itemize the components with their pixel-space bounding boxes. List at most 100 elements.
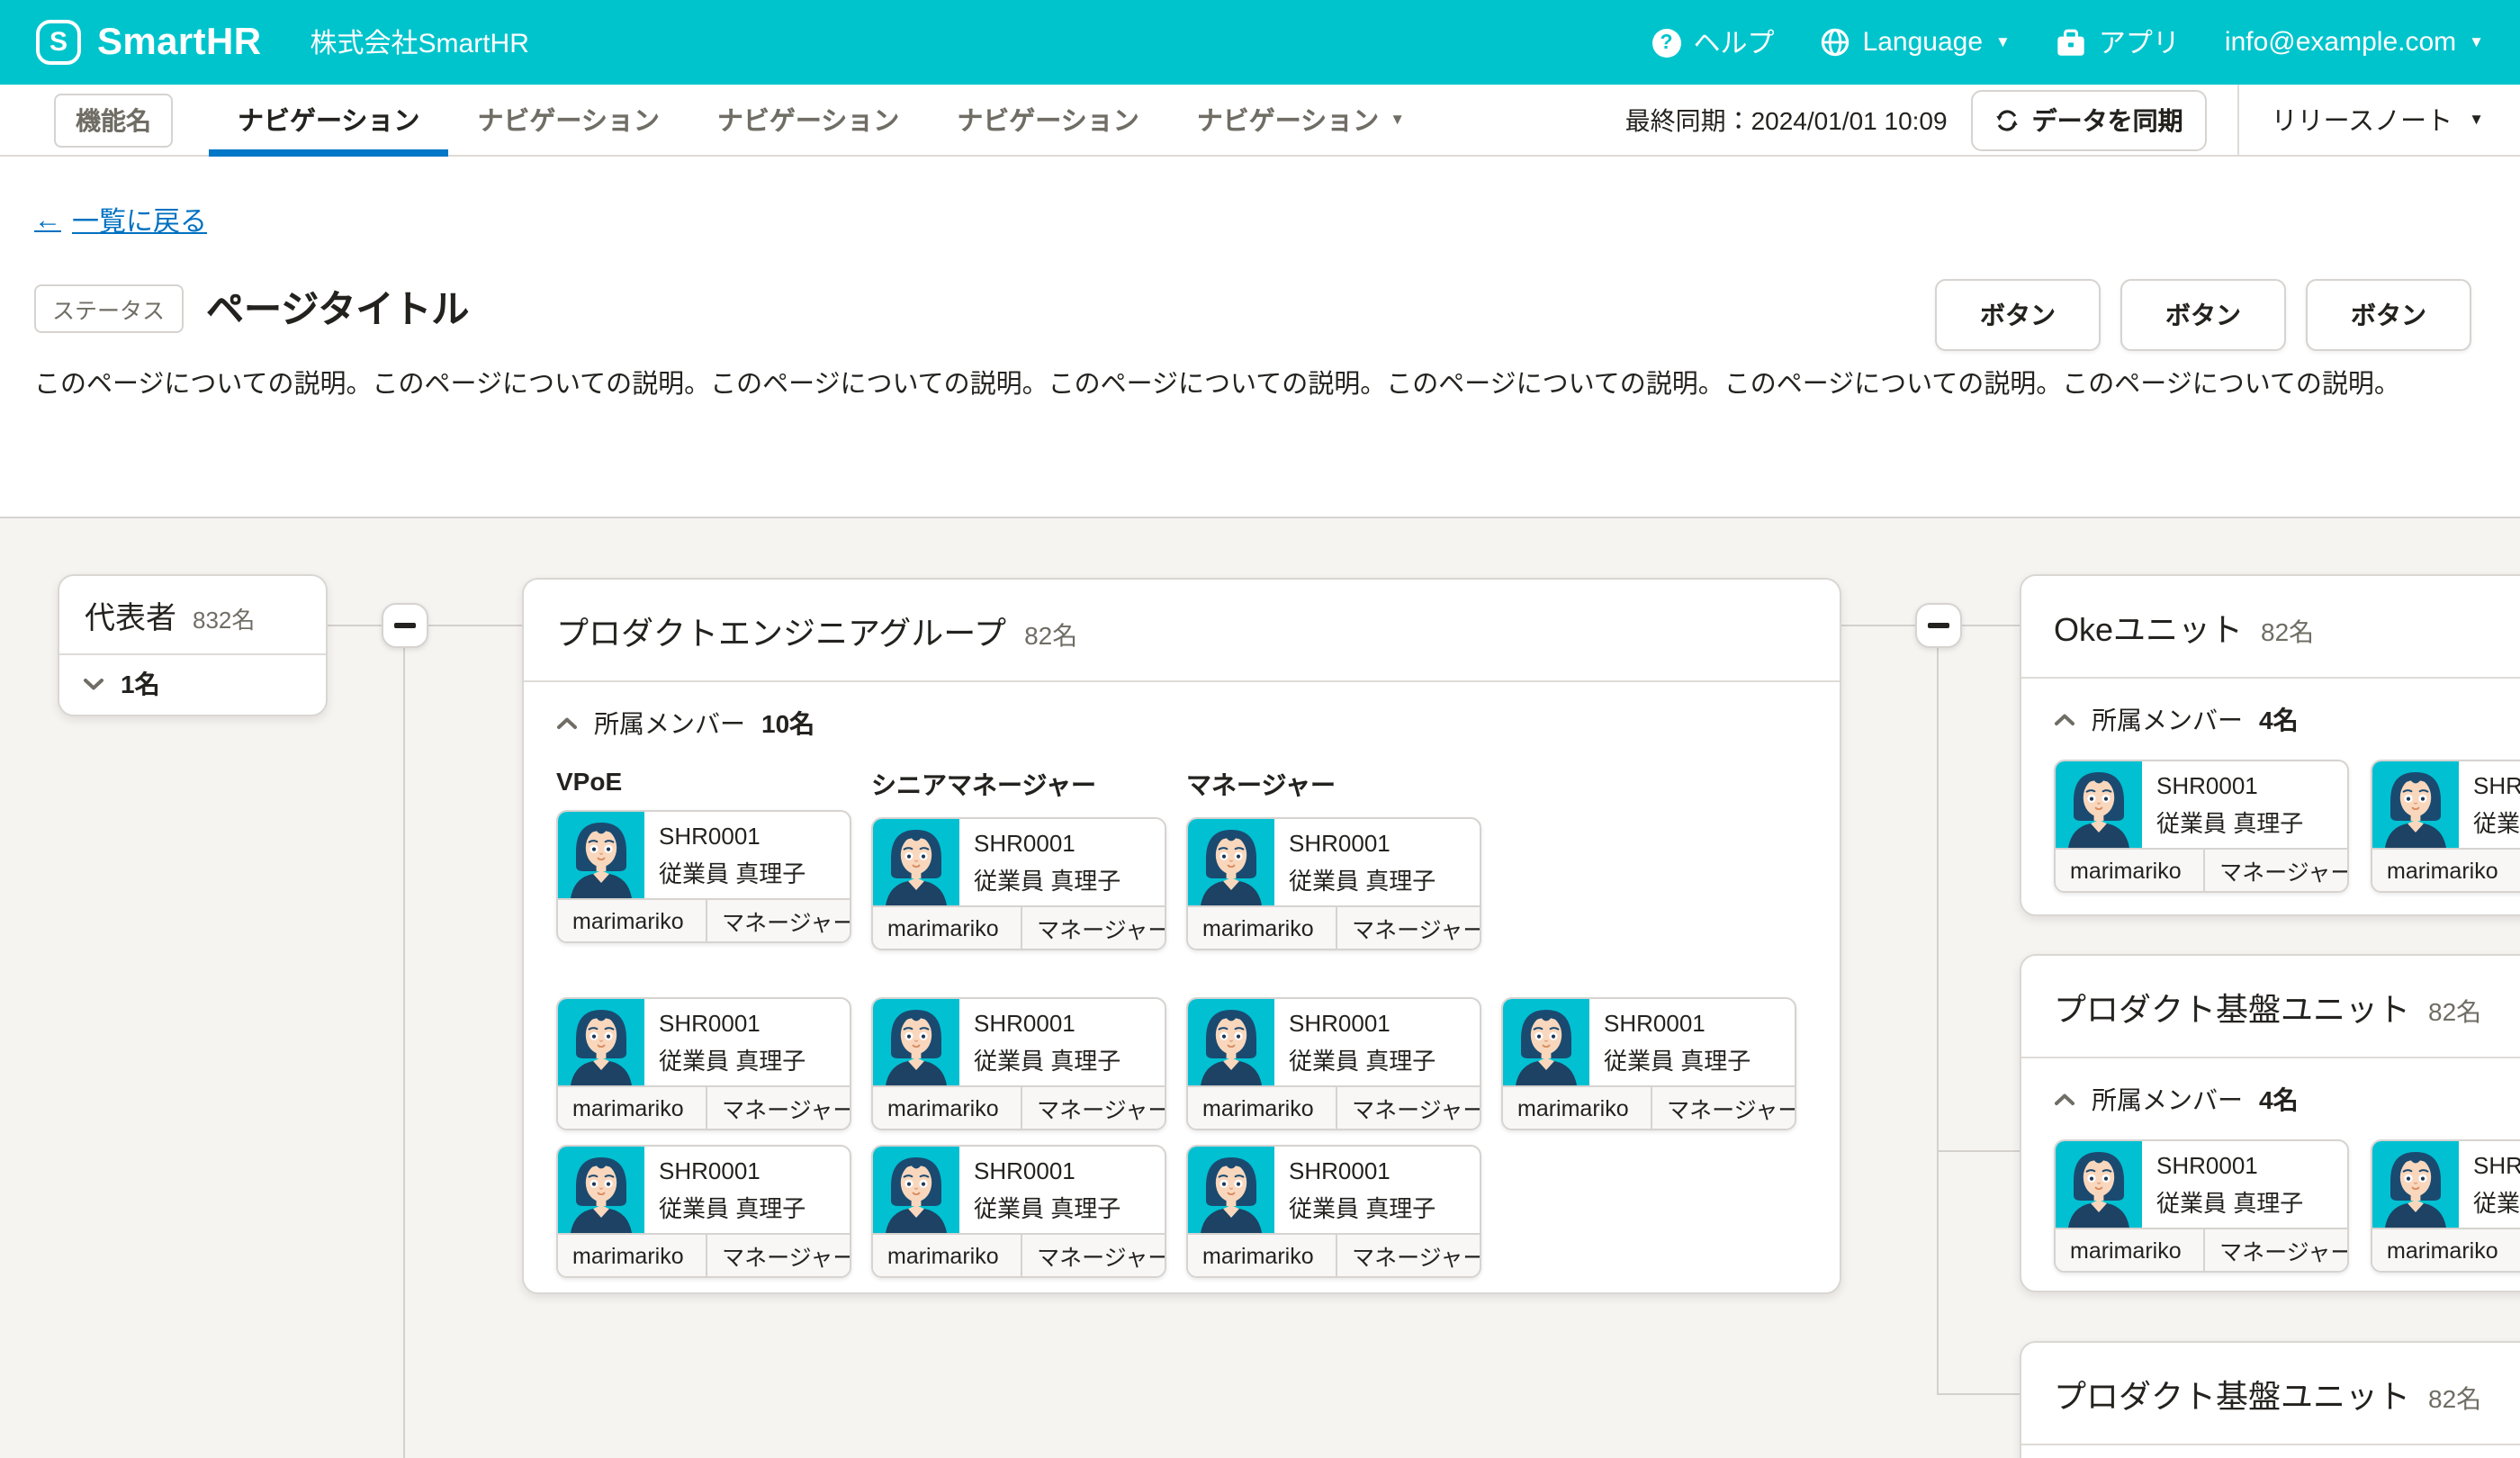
release-notes-label: リリースノート — [2272, 101, 2453, 139]
employee-avatar — [558, 999, 644, 1085]
employee-card-top: SHR0001 従業員 真理子 — [873, 819, 1165, 905]
employee-card-footer: marimariko マネージャー — [2056, 1228, 2347, 1271]
back-link-label: 一覧に戻る — [72, 202, 207, 239]
employee-name: 従業員 真理子 — [659, 854, 806, 888]
employee-meta: SHR0001 従業員 真理子 — [2459, 1141, 2520, 1228]
nav-tab-5[interactable]: ナビゲーション ▼ — [1168, 84, 1434, 156]
nav-tab-4[interactable]: ナビゲーション — [928, 84, 1167, 156]
apps-label: アプリ — [2099, 23, 2180, 61]
employee-code: SHR0001 — [974, 1156, 1120, 1184]
employee-username: marimariko — [2056, 1229, 2205, 1271]
org-node-title: 代表者 — [85, 592, 176, 637]
nav-right-area: 最終同期：2024/01/01 10:09 データを同期 リリースノート ▼ — [1625, 84, 2520, 156]
employee-role: マネージャー — [1337, 1087, 1480, 1129]
members-toggle[interactable]: 所属メンバー 10名 — [556, 706, 1807, 742]
last-sync-timestamp: 最終同期：2024/01/01 10:09 — [1625, 102, 1948, 138]
collapse-node-button[interactable] — [1915, 603, 1962, 648]
connector-line — [403, 648, 405, 1458]
role-section: マネージャー SHR0001 従業員 真理子 — [1186, 767, 1481, 950]
org-node-title-row: プロダクトエンジニアグループ 82名 — [524, 580, 1840, 682]
smarthr-logo-text: SmartHR — [97, 21, 262, 64]
employee-code: SHR0001 — [974, 1009, 1120, 1036]
employee-meta: SHR0001 従業員 真理子 — [1274, 999, 1450, 1085]
employee-card[interactable]: SHR0001 従業員 真理子 marimariko マネージャー — [1501, 997, 1796, 1130]
employee-card[interactable]: SHR0001 従業員 真理子 marimariko マネージャー — [871, 997, 1166, 1130]
chevron-down-icon: ▼ — [1390, 112, 1405, 128]
members-toggle[interactable]: 所属メンバー 4名 — [2054, 1082, 2520, 1118]
org-node-count: 82名 — [2261, 614, 2314, 650]
org-node-unit-platform-2: プロダクト基盤ユニット 82名 — [2020, 1341, 2520, 1458]
collapse-node-button[interactable] — [382, 603, 428, 648]
smarthr-logo[interactable]: S SmartHR — [36, 20, 262, 65]
nav-tab-label: ナビゲーション — [957, 101, 1138, 139]
account-email: info@example.com — [2225, 27, 2456, 58]
company-name: 株式会社SmartHR — [310, 23, 529, 61]
nav-tab-3[interactable]: ナビゲーション — [688, 84, 928, 156]
employee-name: 従業員 真理子 — [2473, 804, 2520, 838]
collapsed-member-count: 1名 — [121, 666, 160, 702]
employee-card[interactable]: SHR0001 従業員 真理子 marimariko マネージャー — [2054, 1139, 2349, 1273]
employee-avatar — [1188, 1147, 1274, 1233]
apps-menu[interactable]: アプリ — [2056, 23, 2180, 61]
employee-card[interactable]: SHR0001 従業員 真理子 marimariko マネージャー — [2371, 760, 2520, 893]
employee-username: marimariko — [873, 1087, 1022, 1129]
employee-avatar — [2372, 1141, 2459, 1228]
org-node-unit-oke: Okeユニット 82名 所属メンバー 4名 SHR0001 — [2020, 574, 2520, 916]
employee-role: マネージャー — [1337, 907, 1480, 949]
employee-card[interactable]: SHR0001 従業員 真理子 marimariko マネージャー — [2371, 1139, 2520, 1273]
employee-username: marimariko — [2372, 850, 2520, 891]
employee-card-footer: marimariko マネージャー — [2372, 1228, 2520, 1271]
employee-card[interactable]: SHR0001 従業員 真理子 marimariko マネージャー — [871, 817, 1166, 950]
org-node-title: Okeユニット — [2054, 605, 2243, 652]
sync-data-button[interactable]: データを同期 — [1971, 89, 2207, 150]
nav-tab-1[interactable]: ナビゲーション — [209, 84, 448, 156]
employee-card-top: SHR0001 従業員 真理子 — [1188, 999, 1480, 1085]
help-menu[interactable]: ? ヘルプ — [1652, 23, 1775, 61]
account-menu[interactable]: info@example.com ▼ — [2225, 27, 2484, 58]
org-node-title: プロダクト基盤ユニット — [2054, 985, 2410, 1031]
employee-username: marimariko — [2372, 1229, 2520, 1271]
app-header-actions: ? ヘルプ Language ▼ アプリ — [1652, 23, 2485, 61]
employee-card[interactable]: SHR0001 従業員 真理子 marimariko マネージャー — [1186, 1145, 1481, 1278]
employee-card[interactable]: SHR0001 従業員 真理子 marimariko マネージャー — [2054, 760, 2349, 893]
employee-name: 従業員 真理子 — [1289, 1041, 1436, 1076]
employee-username: marimariko — [1188, 1235, 1337, 1276]
org-node-body: 所属メンバー 4名 SHR0001 従業員 真理子 — [2021, 1058, 2520, 1301]
back-to-list-link[interactable]: ← 一覧に戻る — [34, 202, 207, 239]
language-menu[interactable]: Language ▼ — [1820, 27, 2011, 58]
employee-avatar — [1188, 819, 1274, 905]
employee-card[interactable]: SHR0001 従業員 真理子 marimariko マネージャー — [556, 1145, 851, 1278]
employee-username: marimariko — [558, 900, 707, 941]
employee-card[interactable]: SHR0001 従業員 真理子 marimariko マネージャー — [1186, 817, 1481, 950]
members-label: 所属メンバー — [2092, 1082, 2243, 1118]
action-button-2[interactable]: ボタン — [2120, 279, 2286, 351]
release-notes-menu[interactable]: リリースノート ▼ — [2239, 101, 2520, 139]
employee-card-top: SHR0001 従業員 真理子 — [2056, 761, 2347, 848]
employee-meta: SHR0001 従業員 真理子 — [1274, 1147, 1450, 1233]
nav-tab-label: ナビゲーション — [1197, 101, 1379, 139]
employee-card-footer: marimariko マネージャー — [1188, 1085, 1480, 1129]
org-node-count: 82名 — [2428, 994, 2481, 1030]
org-node-title-row: 代表者 832名 — [59, 576, 326, 653]
nav-tab-2[interactable]: ナビゲーション — [448, 84, 688, 156]
chevron-down-icon — [83, 677, 104, 691]
employee-username: marimariko — [1188, 907, 1337, 949]
action-button-1[interactable]: ボタン — [1935, 279, 2101, 351]
employee-card[interactable]: SHR0001 従業員 真理子 marimariko マネージャー — [556, 810, 851, 943]
employee-card[interactable]: SHR0001 従業員 真理子 marimariko マネージャー — [556, 997, 851, 1130]
members-toggle[interactable]: 所属メンバー 4名 — [2054, 702, 2520, 738]
employee-meta: SHR0001 従業員 真理子 — [2459, 761, 2520, 848]
chevron-up-icon — [2054, 1093, 2075, 1107]
org-node-title-row: プロダクト基盤ユニット 82名 — [2021, 956, 2520, 1058]
employee-card[interactable]: SHR0001 従業員 真理子 marimariko マネージャー — [871, 1145, 1166, 1278]
sync-data-label: データを同期 — [2032, 102, 2183, 138]
members-toggle[interactable]: 1名 — [59, 653, 326, 715]
employee-name: 従業員 真理子 — [659, 1189, 806, 1223]
employee-card-top: SHR0001 従業員 真理子 — [558, 1147, 850, 1233]
employee-meta: SHR0001 従業員 真理子 — [1589, 999, 1765, 1085]
action-button-3[interactable]: ボタン — [2306, 279, 2471, 351]
smarthr-logo-icon: S — [36, 20, 81, 65]
role-title: シニアマネージャー — [871, 767, 1166, 803]
employee-card[interactable]: SHR0001 従業員 真理子 marimariko マネージャー — [1186, 997, 1481, 1130]
connector-line — [1841, 625, 1915, 626]
